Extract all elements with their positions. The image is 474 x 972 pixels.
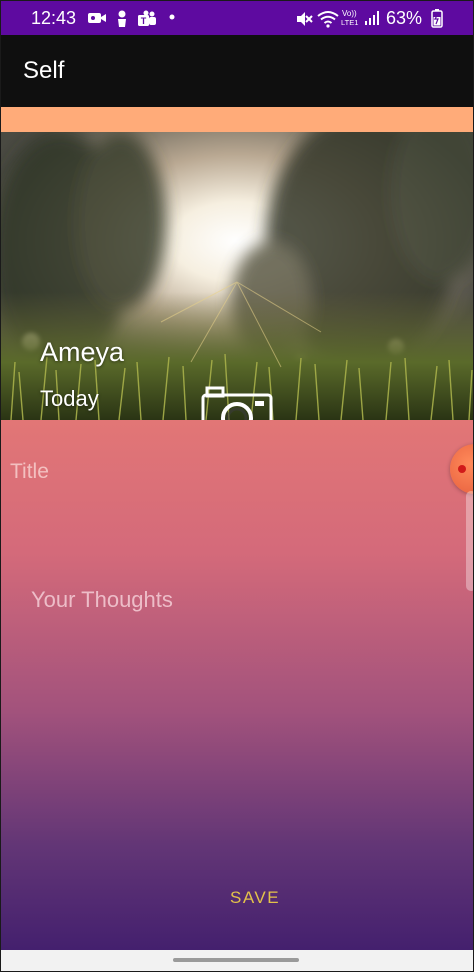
entry-form: SAVE [1,420,473,950]
app-screen: 12:43 T Vo)) LTE1 63% Self Ameya Today T… [0,0,474,972]
camera-icon[interactable] [201,385,273,420]
status-bar: 12:43 T Vo)) LTE1 63% [1,1,473,35]
date-label: Today [40,386,99,411]
signal-icon [365,11,379,25]
app-title: Self [23,57,65,84]
app-bar: Self [1,35,473,107]
svg-text:T: T [141,16,147,26]
navigation-bar [1,950,473,971]
battery-percent: 63% [386,8,423,28]
home-indicator[interactable] [173,958,299,962]
teams-icon: T [138,10,156,26]
save-button[interactable]: SAVE [201,883,311,913]
wifi-icon [317,11,339,28]
thoughts-input[interactable] [31,587,451,787]
notification-dot-icon [169,14,175,20]
title-input[interactable] [10,460,430,484]
volte-icon: Vo)) LTE1 [341,9,358,27]
svg-text:Vo)): Vo)) [342,9,357,18]
svg-text:LTE1: LTE1 [341,18,358,27]
battery-icon [431,9,443,28]
mute-icon [297,12,313,26]
video-icon [88,13,106,23]
bubble-dot-icon [458,465,466,473]
accent-strip [1,107,473,132]
nature-background-image [1,132,473,420]
status-time: 12:43 [31,8,77,28]
lock-person-icon [118,10,126,27]
edge-panel-handle[interactable] [466,491,473,591]
header-image: Ameya Today [1,132,473,420]
author-name: Ameya [40,337,125,367]
